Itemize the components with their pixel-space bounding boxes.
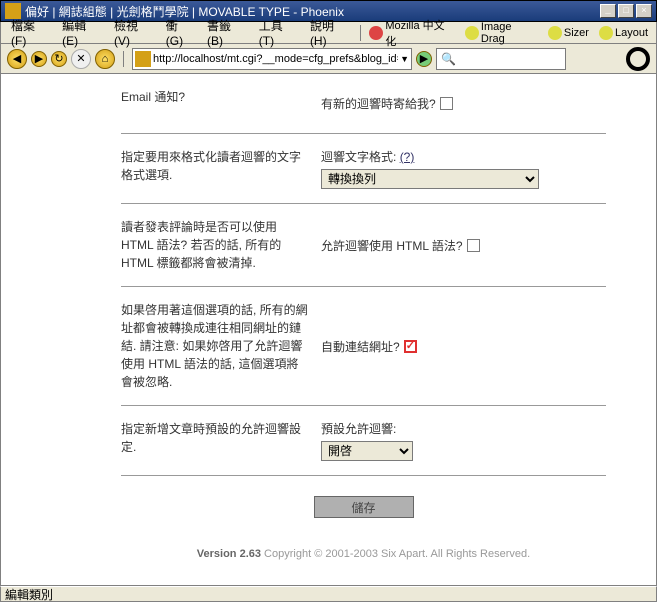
go-button[interactable]: ▶ (416, 51, 432, 67)
default-select[interactable]: 開啓 (321, 441, 413, 461)
layout-icon (599, 26, 613, 40)
autolink-label: 自動連結網址? (321, 338, 400, 355)
page-icon (135, 51, 151, 67)
footer: Version 2.63 Copyright © 2001-2003 Six A… (121, 538, 606, 580)
email-label: 有新的迴響時寄給我? (321, 95, 436, 112)
default-label: 預設允許迴響: (321, 420, 396, 437)
menu-go[interactable]: 衝(G) (160, 15, 201, 50)
status-text: 編輯類別 (5, 586, 53, 603)
format-select[interactable]: 轉換換列 (321, 169, 539, 189)
ext-sizer[interactable]: Sizer (544, 26, 593, 40)
save-button[interactable]: 儲存 (314, 496, 414, 518)
html-label: 允許迴響使用 HTML 語法? (321, 237, 463, 254)
reload-button[interactable]: ↻ (51, 51, 67, 67)
menu-help[interactable]: 說明(H) (304, 15, 356, 50)
row-default: 指定新增文章時預設的允許迴響設定. 預設允許迴響: 開啓 (121, 406, 606, 475)
separator (123, 51, 124, 67)
statusbar: 編輯類別 (0, 586, 657, 602)
back-button[interactable]: ◀ (7, 49, 27, 69)
ext-layout[interactable]: Layout (595, 26, 652, 40)
html-desc: 讀者發表評論時是否可以使用 HTML 語法? 若否的話, 所有的 HTML 標籤… (121, 218, 321, 272)
search-icon: 🔍 (441, 52, 456, 66)
menu-bookmarks[interactable]: 書籤(B) (201, 15, 253, 50)
menu-edit[interactable]: 編輯(E) (56, 15, 108, 50)
format-desc: 指定要用來格式化讀者迴響的文字格式選項. (121, 148, 321, 189)
email-desc: Email 通知? (121, 88, 321, 119)
row-email: Email 通知? 有新的迴響時寄給我? (121, 74, 606, 134)
autolink-checkbox[interactable] (404, 340, 417, 353)
row-html: 讀者發表評論時是否可以使用 HTML 語法? 若否的話, 所有的 HTML 標籤… (121, 204, 606, 287)
dropdown-icon[interactable]: ▼ (400, 54, 409, 64)
version-text: Version 2.63 (197, 548, 261, 560)
separator (360, 25, 361, 41)
forward-button[interactable]: ▶ (31, 51, 47, 67)
ext-mozilla[interactable]: Mozilla 中文化 (365, 17, 459, 49)
copyright-text: Copyright © 2001-2003 Six Apart. All Rig… (261, 548, 530, 560)
home-button[interactable]: ⌂ (95, 49, 115, 69)
format-label: 迴響文字格式: (321, 150, 396, 164)
html-checkbox[interactable] (467, 239, 480, 252)
format-help-link[interactable]: (?) (400, 150, 415, 164)
content-area: Email 通知? 有新的迴響時寄給我? 指定要用來格式化讀者迴響的文字格式選項… (0, 74, 657, 586)
search-box[interactable]: 🔍 (436, 48, 566, 70)
email-checkbox[interactable] (440, 97, 453, 110)
stop-button[interactable]: ✕ (71, 49, 91, 69)
imagedrag-icon (465, 26, 479, 40)
sizer-icon (548, 26, 562, 40)
menu-view[interactable]: 檢視(V) (108, 15, 160, 50)
button-row: 儲存 (121, 475, 606, 538)
menu-file[interactable]: 檔案(F) (5, 15, 56, 50)
url-input[interactable] (151, 53, 400, 65)
mozilla-icon (369, 26, 383, 40)
menubar: 檔案(F) 編輯(E) 檢視(V) 衝(G) 書籤(B) 工具(T) 說明(H)… (0, 22, 657, 44)
url-box[interactable]: ▼ (132, 48, 412, 70)
menu-tools[interactable]: 工具(T) (253, 15, 304, 50)
row-format: 指定要用來格式化讀者迴響的文字格式選項. 迴響文字格式: (?) 轉換換列 (121, 134, 606, 204)
autolink-desc: 如果啓用著這個選項的話, 所有的網址都會被轉換成連往相同網址的鏈結. 請注意: … (121, 301, 321, 391)
ext-imagedrag[interactable]: Image Drag (461, 21, 542, 45)
default-desc: 指定新增文章時預設的允許迴響設定. (121, 420, 321, 461)
row-autolink: 如果啓用著這個選項的話, 所有的網址都會被轉換成連往相同網址的鏈結. 請注意: … (121, 287, 606, 406)
throbber-icon (626, 47, 650, 71)
